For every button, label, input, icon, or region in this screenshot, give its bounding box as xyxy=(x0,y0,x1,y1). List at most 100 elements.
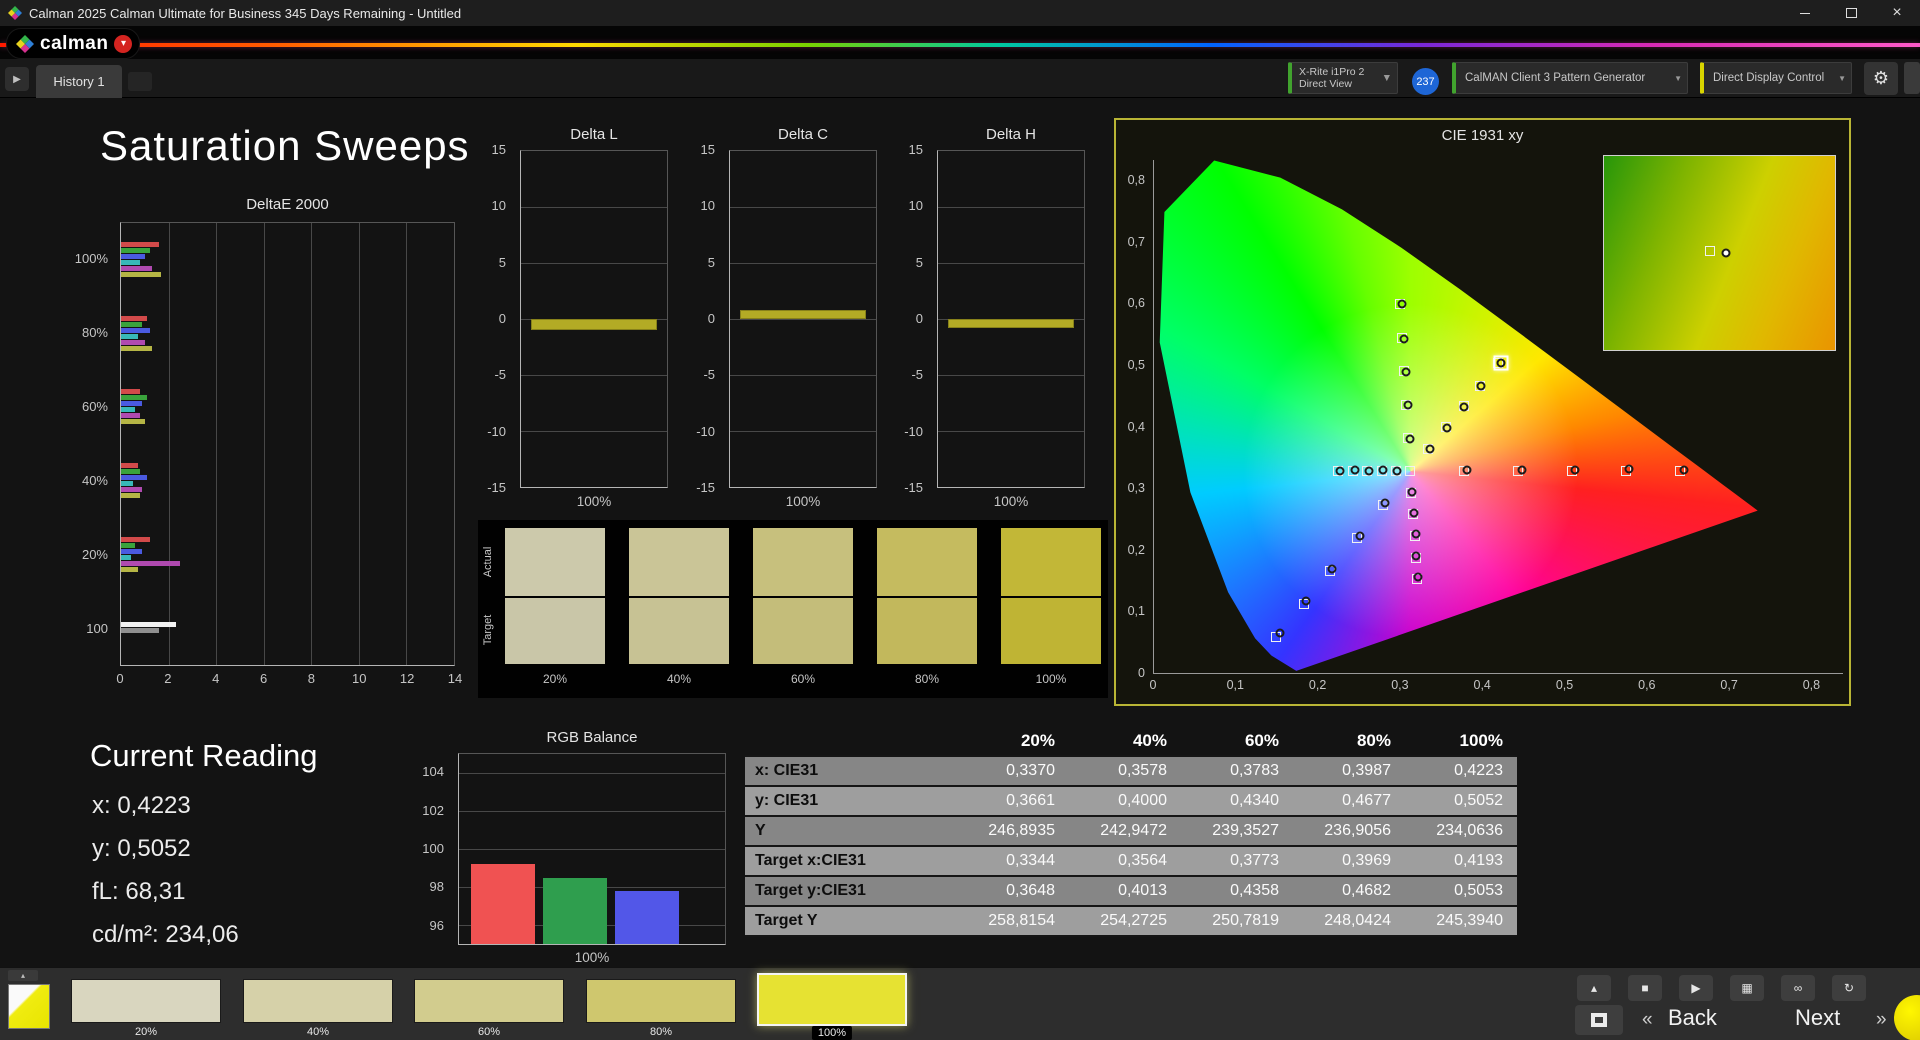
edge-panel-button[interactable] xyxy=(1904,62,1920,94)
cie-measured-marker-green xyxy=(1397,299,1406,308)
table-cell: 0,4223 xyxy=(1405,757,1517,785)
delta-l-chart-title: Delta L xyxy=(520,126,668,143)
delta-l-y-axis: 151050-5-10-15 xyxy=(466,150,514,488)
grid-line xyxy=(938,375,1084,376)
reading-count-badge[interactable]: 237 xyxy=(1412,68,1439,95)
bar xyxy=(121,334,138,339)
axis-tick-label: 102 xyxy=(408,803,444,818)
measurement-table: 20%40%60%80%100%x: CIE310,33700,35780,37… xyxy=(745,727,1517,937)
table-cell: 239,3527 xyxy=(1181,817,1293,845)
minimize-button[interactable] xyxy=(1782,0,1828,26)
axis-tick-label: 0,7 xyxy=(1720,678,1737,692)
panel-up-button[interactable]: ▴ xyxy=(1577,975,1611,1001)
cie-measured-marker-yellow xyxy=(1426,444,1435,453)
axis-group-label: 100% xyxy=(38,251,108,266)
grid-line xyxy=(459,849,725,850)
maximize-button[interactable] xyxy=(1828,0,1874,26)
rainbow-stripe xyxy=(0,43,1920,47)
delta-h-chart-title: Delta H xyxy=(937,126,1085,143)
pattern-patch-20%[interactable] xyxy=(71,979,221,1023)
pattern-patch-label: 100% xyxy=(812,1026,852,1040)
layout-nav-button[interactable]: ▶ xyxy=(5,67,29,91)
bar xyxy=(121,561,180,566)
table-cell: 236,9056 xyxy=(1293,817,1405,845)
current-reading-title: Current Reading xyxy=(90,738,317,774)
bar xyxy=(740,310,866,319)
table-row: x: CIE310,33700,35780,37830,39870,4223 xyxy=(745,757,1517,787)
grid-line xyxy=(938,431,1084,432)
target-patch xyxy=(1001,598,1101,664)
table-cell: 0,4013 xyxy=(1069,877,1181,905)
tab-new[interactable] xyxy=(128,72,152,91)
meter-dropdown[interactable]: X-Rite i1Pro 2 Direct View ▼ xyxy=(1288,62,1398,94)
delta-c-chart xyxy=(729,150,877,488)
pattern-patch-100%[interactable] xyxy=(757,973,907,1026)
grid-line xyxy=(938,207,1084,208)
display-control-dropdown[interactable]: Direct Display Control ▼ xyxy=(1700,62,1852,94)
calman-app: Calman 2025 Calman Ultimate for Business… xyxy=(0,0,1920,1040)
cie-inset-target-marker xyxy=(1705,246,1715,256)
axis-tick-label: 0,5 xyxy=(1117,358,1145,372)
table-cell: 0,5053 xyxy=(1405,877,1517,905)
stop-button[interactable]: ■ xyxy=(1628,975,1662,1001)
table-cell: 0,3661 xyxy=(957,787,1069,815)
pattern-patch-60%[interactable] xyxy=(414,979,564,1023)
link-button[interactable]: ∞ xyxy=(1781,975,1815,1001)
chevron-down-icon: ▼ xyxy=(1382,73,1392,84)
cie-current-marker xyxy=(1493,355,1508,370)
settings-button[interactable]: ⚙ xyxy=(1864,62,1898,95)
minimize-icon xyxy=(1800,13,1810,14)
actual-patch xyxy=(877,528,977,596)
back-button[interactable]: Back xyxy=(1668,1005,1717,1031)
delta-c-x-label: 100% xyxy=(729,494,877,509)
page-title: Saturation Sweeps xyxy=(100,122,470,170)
refresh-button[interactable]: ↻ xyxy=(1832,975,1866,1001)
cie-white-point-marker xyxy=(1405,466,1415,476)
calman-logo-menu[interactable]: calman ▾ xyxy=(6,28,140,59)
grid-line xyxy=(938,263,1084,264)
table-cell: 0,5052 xyxy=(1405,787,1517,815)
cie-measured-marker-red xyxy=(1462,465,1471,474)
save-button[interactable]: ▦ xyxy=(1730,975,1764,1001)
axis-tick-label: 0,4 xyxy=(1117,420,1145,434)
axis-tick-label: 8 xyxy=(308,671,315,686)
patch-label: 60% xyxy=(791,672,815,686)
deltae2000-chart xyxy=(120,222,455,666)
cie-measured-marker-yellow xyxy=(1477,381,1486,390)
rgb-balance-x-label: 100% xyxy=(458,950,726,965)
cie-zoom-inset xyxy=(1603,155,1836,351)
table-cell: 0,3344 xyxy=(957,847,1069,875)
next-chevrons-icon[interactable]: » xyxy=(1876,1009,1887,1031)
gear-icon: ⚙ xyxy=(1873,68,1889,89)
target-patch xyxy=(877,598,977,664)
bar xyxy=(121,248,150,253)
table-cell: 242,9472 xyxy=(1069,817,1181,845)
back-chevrons-icon[interactable]: « xyxy=(1642,1009,1653,1031)
bar xyxy=(121,407,135,412)
axis-tick-label: 10 xyxy=(677,198,715,213)
deltae2000-y-axis: 100%80%60%40%20%100 xyxy=(30,222,114,666)
axis-tick-label: -10 xyxy=(677,424,715,439)
pattern-generator-dropdown[interactable]: CalMAN Client 3 Pattern Generator ▼ xyxy=(1452,62,1688,94)
cie-1931-panel[interactable]: CIE 1931 xy 00,10,20,30,40,50,60,70,8 00… xyxy=(1114,118,1851,706)
play-button[interactable]: ▶ xyxy=(1679,975,1713,1001)
tab-history-1[interactable]: History 1 xyxy=(36,65,122,98)
cie-measured-marker-red xyxy=(1624,464,1633,473)
close-button[interactable]: × xyxy=(1874,0,1920,26)
current-reading-cdm2: cd/m²: 234,06 xyxy=(92,921,239,949)
cie-measured-marker-blue xyxy=(1275,629,1284,638)
pattern-patch-80%[interactable] xyxy=(586,979,736,1023)
next-button[interactable]: Next xyxy=(1795,1005,1840,1031)
cie-measured-marker-magenta xyxy=(1412,551,1421,560)
axis-tick-label: 5 xyxy=(468,255,506,270)
pattern-window-button[interactable] xyxy=(1575,1005,1623,1035)
table-cell: 0,3648 xyxy=(957,877,1069,905)
table-cell: 0,4193 xyxy=(1405,847,1517,875)
table-row-label: Y xyxy=(745,817,957,845)
table-cell: 0,4000 xyxy=(1069,787,1181,815)
target-patch xyxy=(753,598,853,664)
axis-tick-label: 98 xyxy=(408,879,444,894)
pattern-patch-40%[interactable] xyxy=(243,979,393,1023)
target-patch xyxy=(505,598,605,664)
cie-y-axis: 00,10,20,30,40,50,60,70,8 xyxy=(1116,132,1149,674)
